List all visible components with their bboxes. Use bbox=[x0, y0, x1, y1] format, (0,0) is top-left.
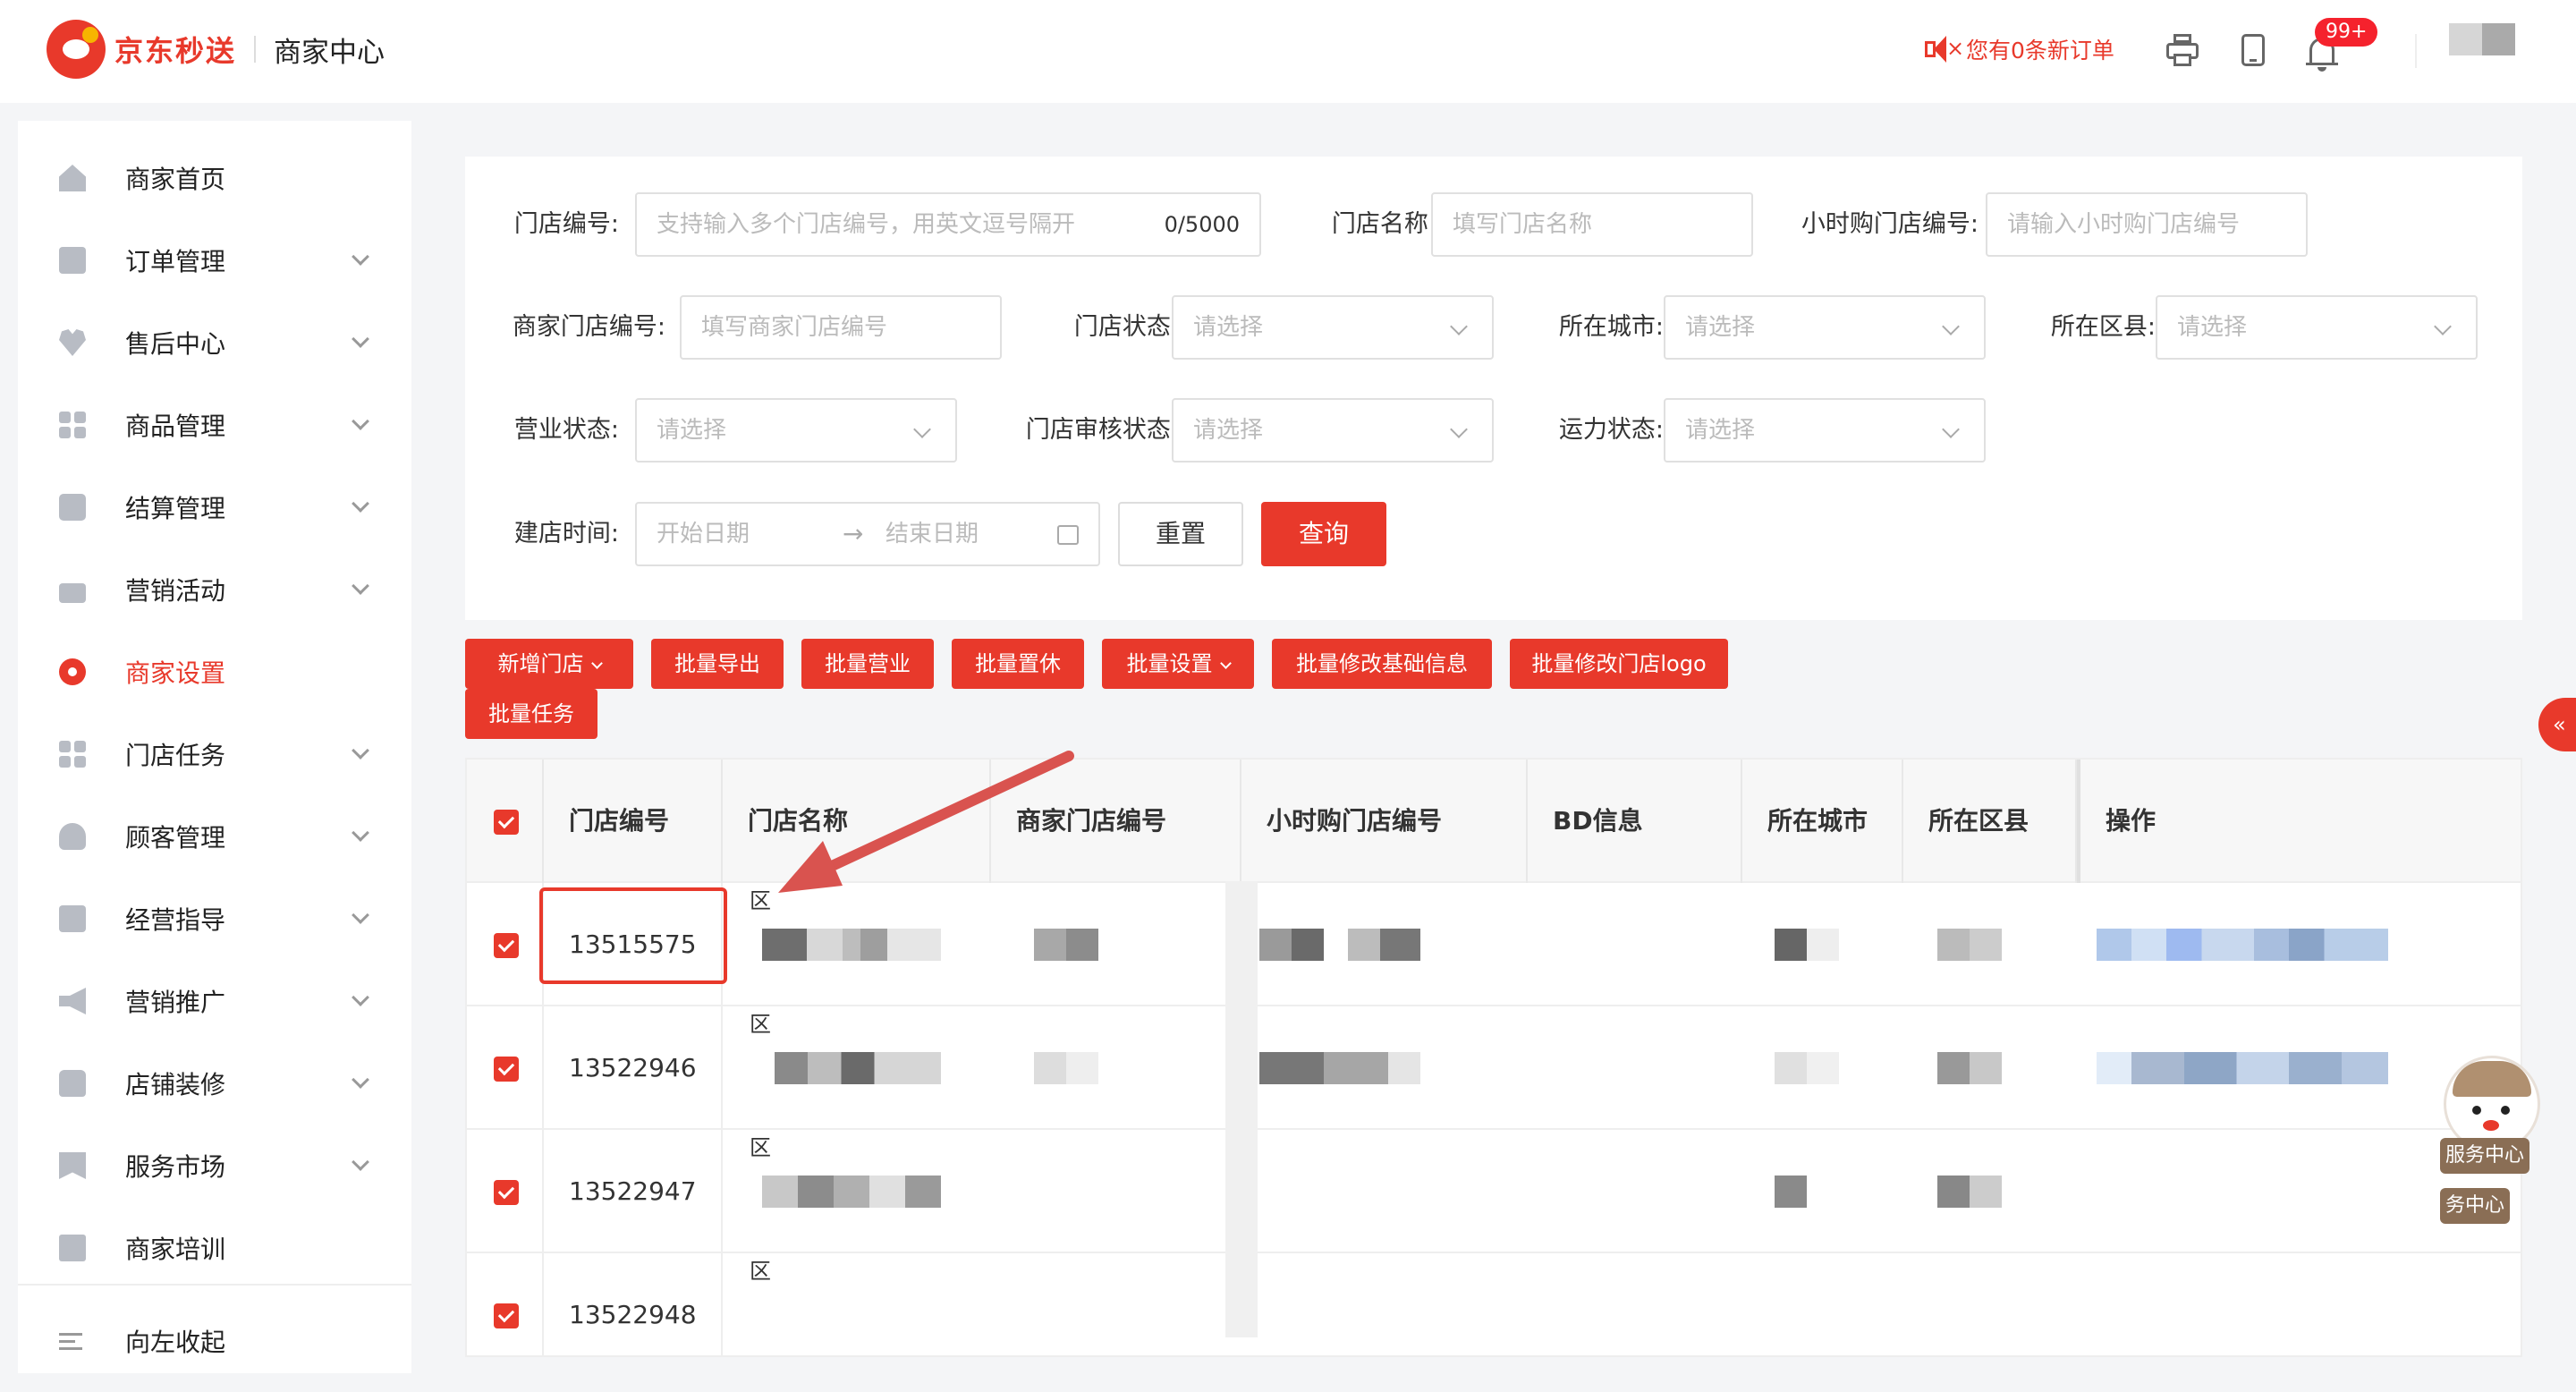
annotation-arrow bbox=[778, 751, 1074, 893]
service-center-label: 服务中心 bbox=[2440, 1138, 2530, 1174]
service-center-label-2: 务中心 bbox=[2440, 1188, 2511, 1224]
service-center-widget[interactable]: 服务中心 务中心 bbox=[2440, 1056, 2540, 1224]
